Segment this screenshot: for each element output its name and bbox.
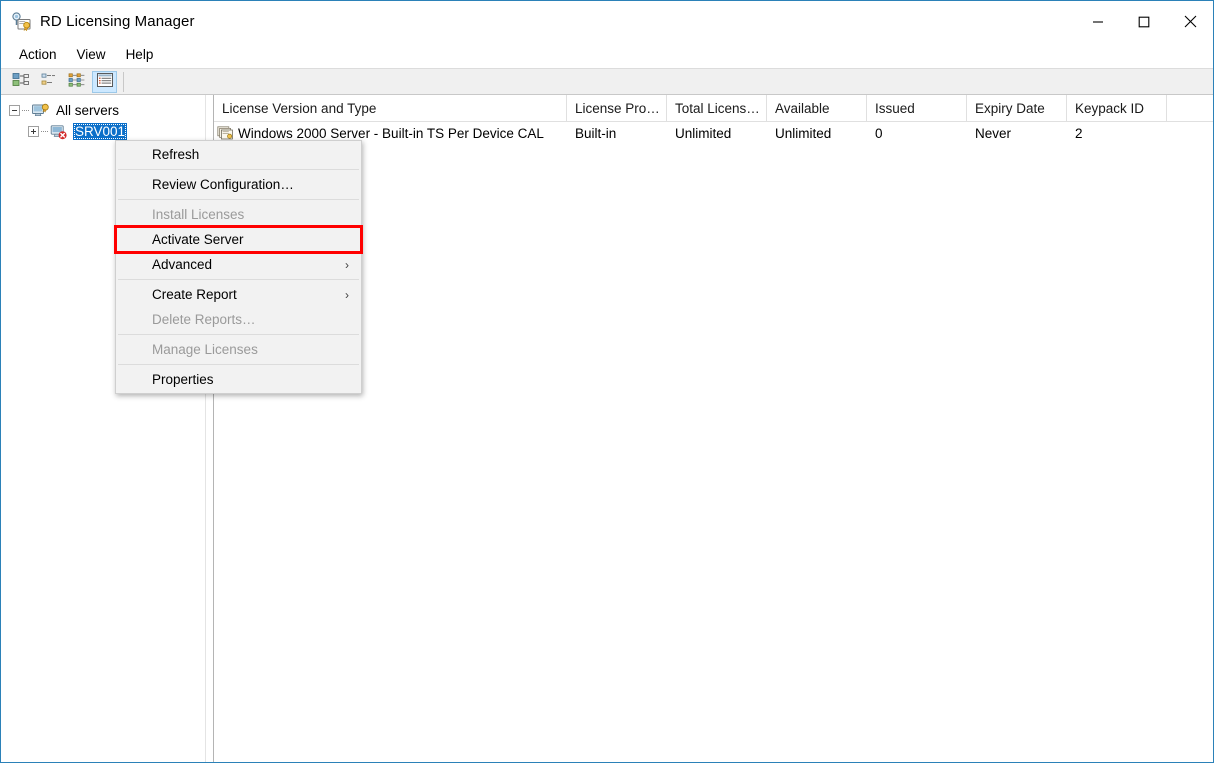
table-row[interactable]: Windows 2000 Server - Built-in TS Per De… [214,122,1213,144]
rd-licensing-icon [10,11,32,33]
context-menu-item-refresh[interactable]: Refresh [116,142,361,167]
all-servers-icon [31,103,49,119]
cell-expiry-date: Never [975,125,1012,141]
context-menu-item-delete-reports: Delete Reports… [152,312,256,327]
cell-license-program: Built-in [575,125,617,141]
toolbar [1,68,1213,95]
context-menu-item-activate-server[interactable]: Activate Server [114,225,363,254]
context-menu-item-install-licenses: Install Licenses [152,207,245,222]
context-menu-separator-3 [118,279,359,280]
tree-node-all-servers-label: All servers [56,103,120,118]
close-button[interactable] [1167,1,1213,42]
up-level-icon [40,72,58,91]
cell-license-version-and-type: Windows 2000 Server - Built-in TS Per De… [214,126,567,141]
column-issued[interactable]: Issued [867,95,967,121]
context-menu-separator-1 [118,169,359,170]
context-menu-item-advanced-label: Advanced [152,257,213,272]
server-error-icon [50,124,68,140]
context-menu-item-advanced[interactable]: Advanced › [116,252,361,277]
context-menu-separator-2 [118,199,359,200]
context-menu-item-create-report[interactable]: Create Report › [116,282,361,307]
context-menu-item-review-configuration[interactable]: Review Configuration… [116,172,361,197]
menubar-item-action[interactable]: Action [10,44,66,66]
context-menu-separator-4 [118,334,359,335]
cell-text: Windows 2000 Server - Built-in TS Per De… [238,125,544,141]
properties-button[interactable] [64,71,89,93]
detail-view-icon [96,72,114,91]
context-menu-item-properties[interactable]: Properties [116,367,361,392]
properties-list-icon [68,72,86,91]
chevron-right-icon: › [345,287,349,302]
tree-connector [22,109,29,112]
context-menu: Refresh Review Configuration… Install Li… [114,140,363,394]
title-bar: RD Licensing Manager [1,1,1213,42]
cell-available: Unlimited [775,125,832,141]
collapse-all-servers-icon[interactable] [9,105,20,116]
expand-srv001-icon[interactable] [28,126,39,137]
column-expiry-date[interactable]: Expiry Date [967,95,1067,121]
menu-bar: Action View Help [1,42,1213,68]
console-tree-icon [12,72,30,91]
toolbar-separator [123,71,124,92]
context-menu-item-create-report-label: Create Report [152,287,237,302]
cell-total-licenses: Unlimited [675,125,732,141]
cell-keypack-id: 2 [1075,125,1083,141]
detail-view-button[interactable] [92,70,117,93]
column-available[interactable]: Available [767,95,867,121]
show-hide-console-tree-button[interactable] [8,71,33,93]
context-menu-separator-5 [118,364,359,365]
maximize-button[interactable] [1121,1,1167,42]
column-license-program[interactable]: License Pro… [567,95,667,121]
minimize-button[interactable] [1075,1,1121,42]
tree-node-srv001-label: SRV001 [73,123,128,140]
menubar-item-view[interactable]: View [68,44,115,66]
chevron-right-icon: › [345,257,349,272]
license-pack-icon [217,125,234,141]
column-total-licenses[interactable]: Total Licens… [667,95,767,121]
rd-licensing-manager-window: RD Licensing Manager Action View Help Al… [0,0,1214,763]
caption-buttons [1075,1,1213,42]
column-license-version-and-type[interactable]: License Version and Type [214,95,567,121]
menubar-item-help[interactable]: Help [117,44,163,66]
column-keypack-id[interactable]: Keypack ID [1067,95,1167,121]
window-title: RD Licensing Manager [40,13,195,30]
tree-node-all-servers[interactable]: All servers [1,100,205,121]
cell-issued: 0 [875,125,883,141]
license-list-pane: License Version and Type License Pro… To… [214,95,1213,762]
context-menu-item-manage-licenses: Manage Licenses [152,342,258,357]
up-one-level-button[interactable] [36,71,61,93]
tree-connector [41,130,48,133]
tree-node-srv001[interactable]: SRV001 [1,121,205,142]
list-view-header: License Version and Type License Pro… To… [214,95,1213,122]
